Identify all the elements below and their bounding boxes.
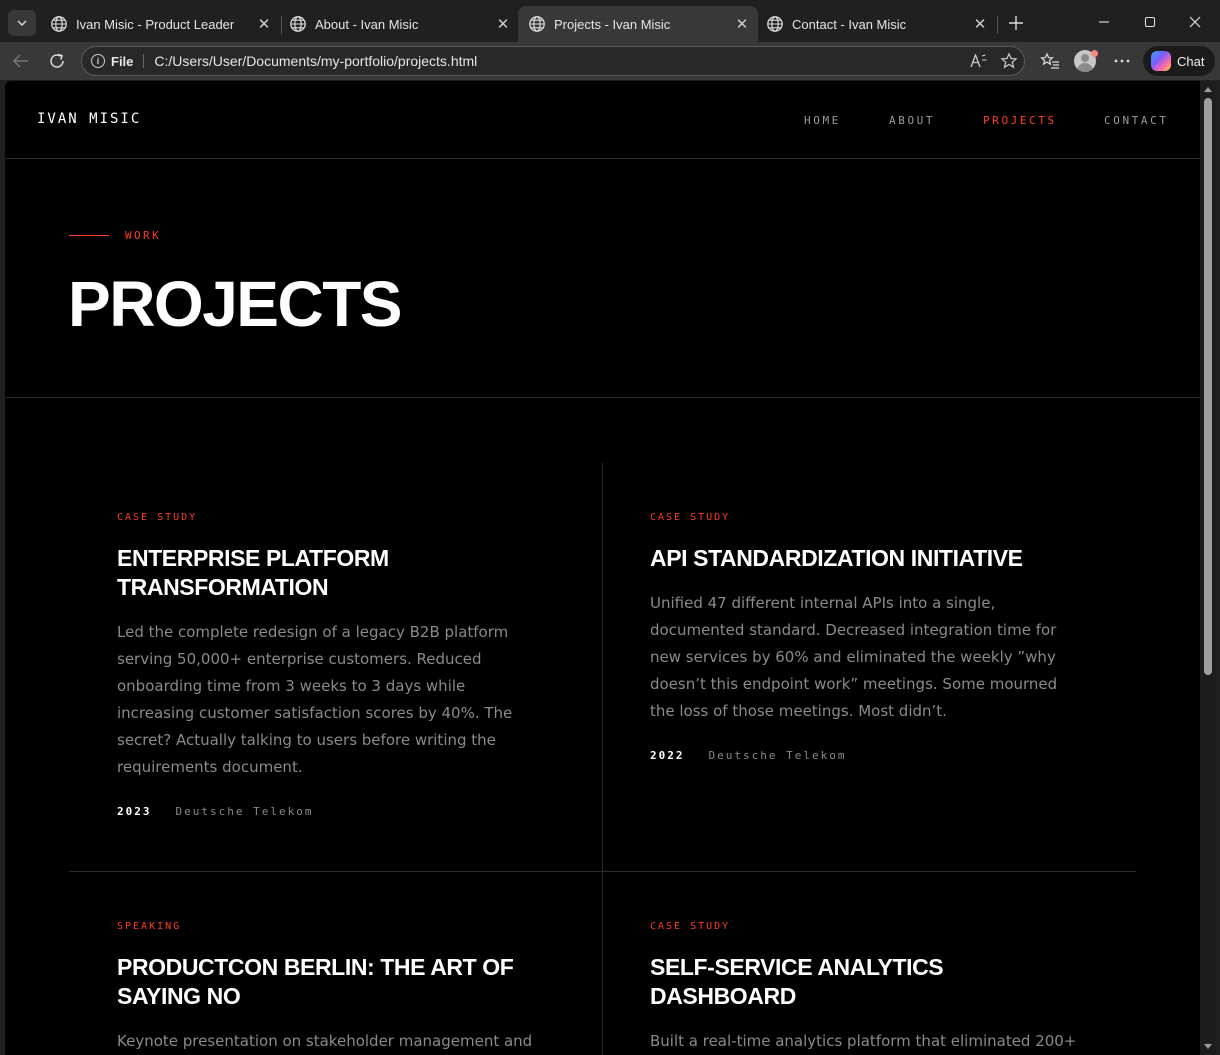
copilot-icon <box>1151 51 1171 71</box>
close-icon[interactable]: ✕ <box>732 14 752 34</box>
project-card[interactable]: CASE STUDY SELF-SERVICE ANALYTICS DASHBO… <box>650 921 1090 1055</box>
project-title: API STANDARDIZATION INITIATIVE <box>650 545 1023 571</box>
project-tag: SPEAKING <box>117 921 182 932</box>
notification-dot <box>1091 50 1098 57</box>
nav-about[interactable]: ABOUT <box>889 114 935 127</box>
info-icon[interactable]: i <box>91 54 105 68</box>
scroll-up-arrow[interactable] <box>1204 87 1212 92</box>
page-viewport: IVAN MISIC HOME ABOUT PROJECTS CONTACT W… <box>5 81 1200 1055</box>
address-divider <box>143 54 145 68</box>
back-button[interactable] <box>7 48 35 74</box>
copilot-chat-button[interactable]: Chat <box>1143 46 1215 76</box>
maximize-icon <box>1144 16 1156 28</box>
project-year: 2022 <box>650 749 685 762</box>
grid-divider-vertical <box>602 463 603 1055</box>
site-header: IVAN MISIC HOME ABOUT PROJECTS CONTACT <box>5 81 1200 159</box>
project-description: Built a real-time analytics platform tha… <box>650 1032 1077 1050</box>
close-window-button[interactable] <box>1173 8 1217 36</box>
minimize-icon <box>1099 21 1109 23</box>
globe-icon <box>51 16 67 32</box>
favorites-icon[interactable] <box>1035 48 1065 74</box>
reload-button[interactable] <box>43 48 71 74</box>
project-card[interactable]: CASE STUDY API STANDARDIZATION INITIATIV… <box>650 512 1090 762</box>
minimize-button[interactable] <box>1082 8 1126 36</box>
close-icon[interactable]: ✕ <box>493 14 513 34</box>
new-tab-button[interactable] <box>1004 11 1028 35</box>
hero-section: WORK PROJECTS <box>5 159 1200 398</box>
grid-divider-horizontal <box>69 871 1136 872</box>
chat-label: Chat <box>1177 53 1205 69</box>
project-tag: CASE STUDY <box>650 921 731 932</box>
nav-projects[interactable]: PROJECTS <box>983 114 1057 127</box>
project-tag: CASE STUDY <box>650 512 731 523</box>
project-company: Deutsche Telekom <box>175 805 314 818</box>
project-card[interactable]: CASE STUDY ENTERPRISE PLATFORM TRANSFORM… <box>117 512 557 818</box>
site-logo[interactable]: IVAN MISIC <box>37 111 141 127</box>
project-tag: CASE STUDY <box>117 512 198 523</box>
project-title: PRODUCTCON BERLIN: THE ART OF SAYING NO <box>117 954 514 1009</box>
globe-icon <box>767 16 783 32</box>
tab-title: Contact - Ivan Misic <box>792 16 907 32</box>
address-bar[interactable]: i File C:/Users/User/Documents/my-portfo… <box>81 46 1025 76</box>
refresh-icon <box>50 53 64 68</box>
project-card[interactable]: SPEAKING PRODUCTCON BERLIN: THE ART OF S… <box>117 921 557 1055</box>
chevron-down-icon <box>17 20 27 26</box>
close-icon[interactable]: ✕ <box>254 14 274 34</box>
project-title: ENTERPRISE PLATFORM TRANSFORMATION <box>117 545 389 600</box>
page-scrollbar[interactable] <box>1200 81 1216 1055</box>
more-options-icon[interactable] <box>1107 48 1137 74</box>
project-description: Keynote presentation on stakeholder mana… <box>117 1032 533 1050</box>
browser-toolbar: i File C:/Users/User/Documents/my-portfo… <box>0 42 1220 80</box>
close-icon[interactable]: ✕ <box>970 14 990 34</box>
tab-divider <box>997 16 998 34</box>
address-scheme: File <box>111 53 134 69</box>
globe-icon <box>529 16 545 32</box>
eyebrow-rule <box>69 235 109 236</box>
project-title: SELF-SERVICE ANALYTICS DASHBOARD <box>650 954 944 1009</box>
eyebrow-label: WORK <box>125 229 162 242</box>
tab-home[interactable]: Ivan Misic - Product Leader ✕ <box>40 6 280 42</box>
tab-about[interactable]: About - Ivan Misic ✕ <box>279 6 519 42</box>
favorite-star-icon[interactable] <box>994 49 1024 73</box>
address-url[interactable]: C:/Users/User/Documents/my-portfolio/pro… <box>154 53 964 69</box>
read-aloud-icon[interactable] <box>964 49 994 73</box>
project-description: Unified 47 different internal APIs into … <box>650 594 1058 720</box>
browser-tab-bar: Ivan Misic - Product Leader ✕ About - Iv… <box>0 0 1220 42</box>
tab-title: Projects - Ivan Misic <box>554 16 671 32</box>
page-title: PROJECTS <box>68 268 402 340</box>
project-company: Deutsche Telekom <box>708 749 847 762</box>
project-description: Led the complete redesign of a legacy B2… <box>117 623 513 776</box>
tab-title: About - Ivan Misic <box>315 16 419 32</box>
tab-title: Ivan Misic - Product Leader <box>76 16 235 32</box>
plus-icon <box>1009 16 1023 30</box>
tab-list-button[interactable] <box>8 10 36 36</box>
scrollbar-thumb[interactable] <box>1204 98 1212 675</box>
project-meta: 2023 Deutsche Telekom <box>117 805 557 818</box>
close-icon <box>1189 16 1201 28</box>
nav-contact[interactable]: CONTACT <box>1104 114 1169 127</box>
tab-projects[interactable]: Projects - Ivan Misic ✕ <box>518 6 758 42</box>
maximize-button[interactable] <box>1128 8 1172 36</box>
scroll-down-arrow[interactable] <box>1204 1044 1212 1049</box>
arrow-left-icon <box>12 54 28 68</box>
tab-contact[interactable]: Contact - Ivan Misic ✕ <box>756 6 996 42</box>
globe-icon <box>290 16 306 32</box>
project-meta: 2022 Deutsche Telekom <box>650 749 1090 762</box>
nav-home[interactable]: HOME <box>804 114 841 127</box>
project-year: 2023 <box>117 805 152 818</box>
